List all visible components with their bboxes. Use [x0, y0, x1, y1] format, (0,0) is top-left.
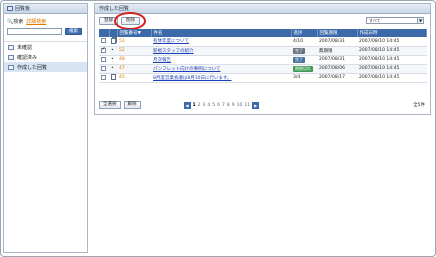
main-panel: 作成した回覧 登録 削除 すべて ▼ 回覧番号▼ 件名 進捗 回覧期限 作成日時 — [94, 3, 431, 115]
row-number: 47 — [119, 66, 125, 71]
advanced-search-link[interactable]: 詳細検索 — [26, 18, 46, 25]
col-progress[interactable]: 進捗 — [291, 29, 318, 37]
row-progress: 3/4 — [291, 73, 317, 83]
prev-page-button[interactable]: ◀ — [183, 101, 191, 109]
row-deadline: 2007/08/06 — [317, 64, 357, 74]
table-row[interactable]: 53 有休年度について 4/10 2007/08/31 2007/08/10 1… — [99, 37, 427, 47]
page-link[interactable]: 7 — [222, 103, 225, 108]
chevron-down-icon: ▼ — [417, 18, 423, 23]
sidebar-item-created[interactable]: 作成した回覧 — [4, 62, 87, 72]
main-header: 作成した回覧 — [95, 4, 430, 14]
row-checkbox[interactable] — [101, 46, 106, 53]
col-deadline[interactable]: 回覧期限 — [317, 29, 358, 37]
page-link[interactable]: 6 — [217, 103, 220, 108]
bottom-bar: 全選択 解除 ◀ 1 2 3 4 5 6 7 8 9 10 11 ▶ 全5件 — [99, 100, 427, 110]
col-created[interactable]: 作成日時 — [357, 29, 427, 37]
row-title-link[interactable]: 8月度営業会議は8月30日に行います。 — [153, 76, 232, 81]
sidebar-item-label: 確認済み — [17, 54, 38, 61]
page-title: 作成した回覧 — [99, 6, 130, 12]
circular-board-icon — [7, 6, 13, 11]
sidebar-item-label: 作成した回覧 — [17, 64, 48, 71]
page-link[interactable]: 10 — [237, 103, 243, 108]
select-all-button[interactable]: 全選択 — [99, 101, 121, 109]
table-row[interactable]: • 48 月次報告 完了 2007/08/31 2007/08/10 14:45 — [99, 55, 427, 65]
sidebar-header: 回覧板 — [4, 4, 87, 14]
col-number[interactable]: 回覧番号▼ — [117, 29, 152, 37]
total-count: 全5件 — [413, 103, 425, 108]
table-row[interactable]: • 47 パンフレット向けの事例について 期限切れ 2007/08/06 200… — [99, 64, 427, 74]
toolbar: 登録 削除 すべて ▼ — [95, 12, 430, 30]
row-deadline: 2007/08/31 — [317, 37, 357, 47]
clear-selection-button[interactable]: 解除 — [123, 101, 141, 109]
delete-button[interactable]: 削除 — [121, 17, 140, 25]
page-link[interactable]: 11 — [244, 103, 250, 108]
row-deadline: 無期限 — [317, 46, 357, 56]
status-badge: 期限切れ — [293, 65, 313, 72]
search-box-row: 検索 — [4, 26, 87, 37]
sidebar-item-unconfirmed[interactable]: 未確認 — [4, 42, 87, 52]
next-page-button[interactable]: ▶ — [252, 101, 260, 109]
status-badge: 完了 — [293, 47, 305, 54]
col-icon — [109, 29, 118, 37]
row-checkbox[interactable] — [101, 74, 106, 80]
folder-icon — [8, 44, 14, 50]
row-checkbox[interactable] — [101, 56, 106, 62]
row-title-link[interactable]: 有休年度について — [153, 39, 189, 44]
search-button[interactable]: 検索 — [65, 28, 82, 35]
row-deadline: 2007/08/31 — [317, 55, 357, 65]
row-number: 45 — [119, 75, 125, 80]
filter-value: すべて — [369, 18, 381, 23]
folder-icon — [8, 54, 14, 60]
row-created: 2007/08/10 14:45 — [357, 37, 427, 47]
row-checkbox[interactable] — [101, 38, 106, 44]
sidebar-title: 回覧板 — [15, 6, 31, 12]
row-title-link[interactable]: パンフレット向けの事例について — [153, 67, 220, 72]
filter-select[interactable]: すべて ▼ — [366, 17, 424, 24]
row-checkbox[interactable] — [101, 65, 106, 71]
status-badge: 完了 — [293, 56, 305, 63]
sidebar-item-confirmed[interactable]: 確認済み — [4, 52, 87, 62]
row-created: 2007/08/10 14:45 — [357, 64, 427, 74]
page-link[interactable]: 1 — [193, 103, 196, 108]
page-link[interactable]: 4 — [207, 103, 210, 108]
document-icon — [111, 38, 116, 44]
pager: ◀ 1 2 3 4 5 6 7 8 9 10 11 ▶ — [183, 101, 260, 109]
sidebar-item-label: 未確認 — [17, 44, 33, 51]
page-link[interactable]: 9 — [232, 103, 235, 108]
col-title[interactable]: 件名 — [151, 29, 292, 37]
delete-button-wrap: 削除 — [114, 12, 146, 30]
row-progress: 4/10 — [291, 37, 317, 47]
page-link[interactable]: 5 — [212, 103, 215, 108]
sidebar: 回覧板 🔍検索 詳細検索 検索 未確認 確認済み 作成した回覧 — [3, 3, 88, 253]
folder-icon — [8, 64, 14, 70]
search-label: 🔍検索 — [7, 19, 24, 25]
folder-tree: 未確認 確認済み 作成した回覧 — [4, 41, 87, 72]
search-row: 🔍検索 詳細検索 — [4, 14, 87, 26]
col-check — [99, 29, 110, 37]
row-created: 2007/08/10 14:45 — [357, 46, 427, 56]
row-deadline: 2007/08/17 — [317, 73, 357, 83]
row-title-link[interactable]: 月次報告 — [153, 58, 171, 63]
search-input[interactable] — [7, 28, 62, 35]
document-icon — [111, 74, 116, 81]
row-number: 53 — [119, 38, 125, 44]
page-link[interactable]: 8 — [227, 103, 230, 108]
page-link[interactable]: 2 — [198, 103, 201, 108]
row-title-link[interactable]: 新規スタッフの紹介 — [153, 49, 194, 54]
register-button[interactable]: 登録 — [99, 17, 118, 25]
row-number: 48 — [119, 57, 125, 62]
table-row[interactable]: 45 8月度営業会議は8月30日に行います。 3/4 2007/08/17 20… — [99, 73, 427, 83]
row-number: 52 — [119, 48, 125, 53]
row-created: 2007/08/10 14:45 — [357, 55, 427, 65]
row-created: 2007/08/10 14:45 — [357, 73, 427, 83]
table-row[interactable]: • 52 新規スタッフの紹介 完了 無期限 2007/08/10 14:45 — [99, 46, 427, 56]
page-link[interactable]: 3 — [203, 103, 206, 108]
circulation-table: 回覧番号▼ 件名 進捗 回覧期限 作成日時 53 有休年度について 4/10 2… — [99, 29, 427, 83]
